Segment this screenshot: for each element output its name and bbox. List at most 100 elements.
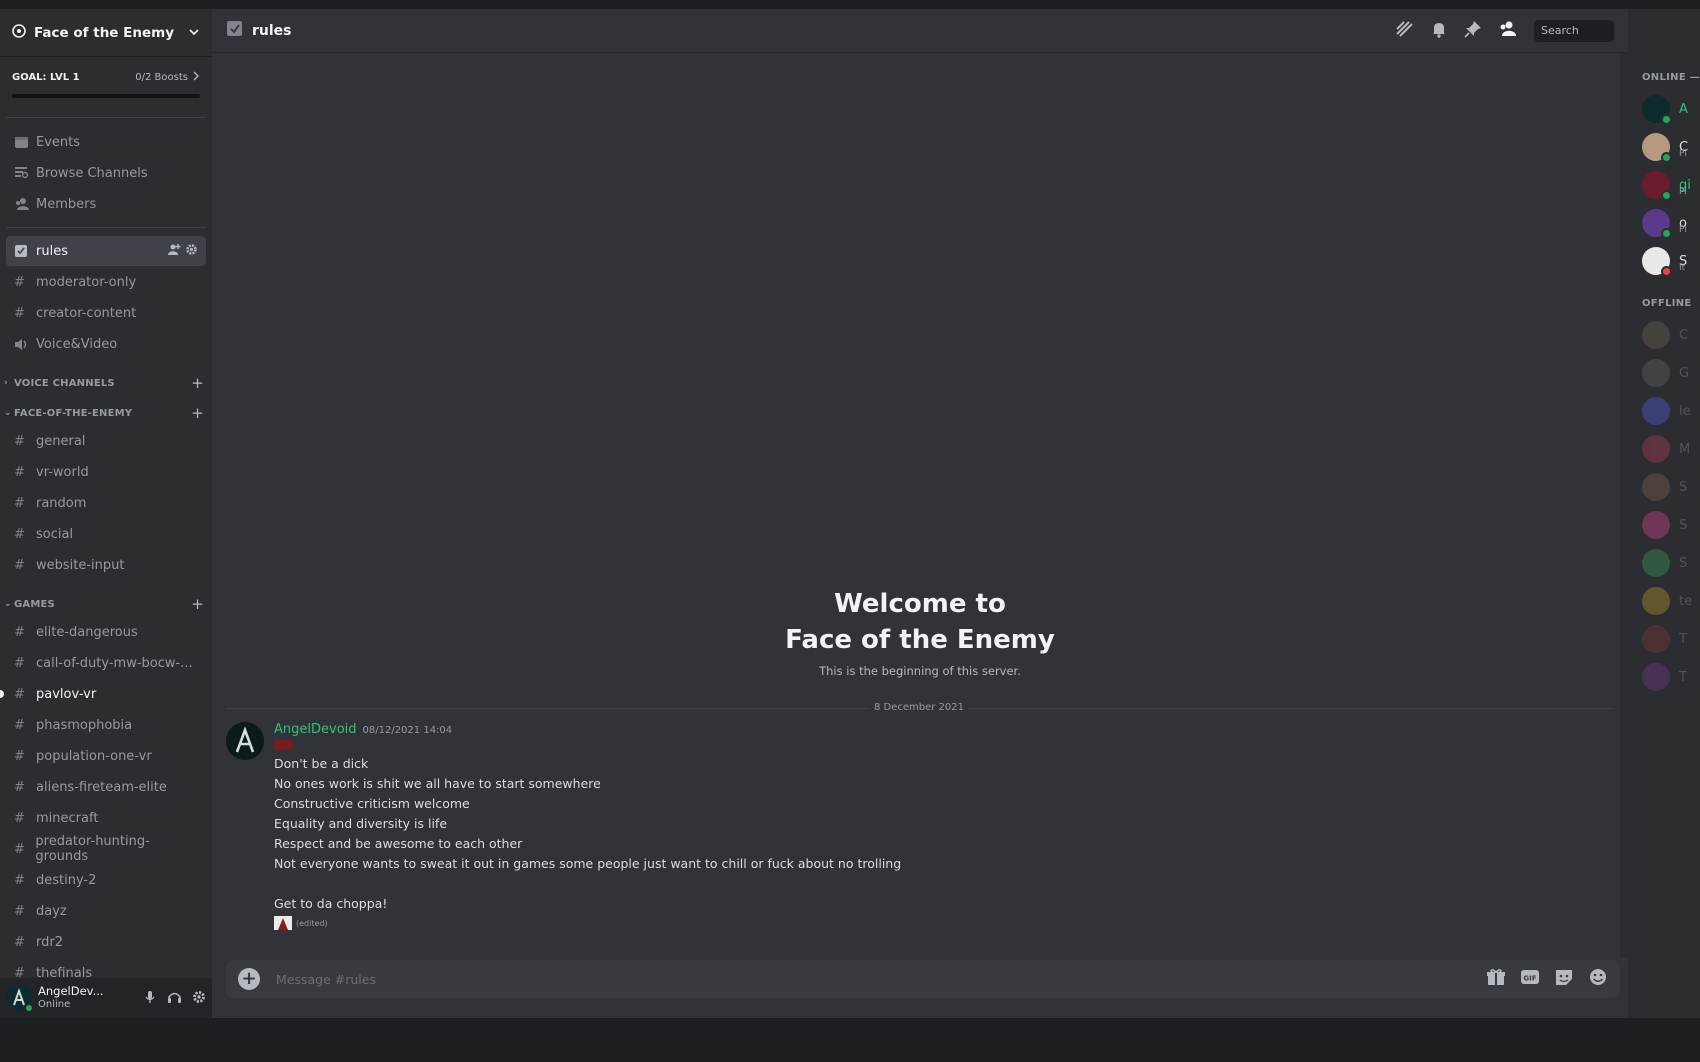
speaker-icon [14,338,36,351]
chevron-right-icon: › [4,378,8,388]
channel-general[interactable]: # general [6,426,206,456]
category-label: FACE-OF-THE-ENEMY [14,407,133,419]
add-attachment-icon[interactable]: + [238,968,260,990]
channel-website-input[interactable]: # website-input [6,550,206,580]
invite-icon[interactable] [168,243,181,260]
channel-label: rules [36,243,68,259]
member-item[interactable]: C [1628,316,1700,354]
channel-population-one-vr[interactable]: # population-one-vr [6,741,206,771]
member-item[interactable]: C Pl [1628,128,1700,166]
channel-pavlov-vr[interactable]: # pavlov-vr [0,679,206,709]
avatar [1642,247,1672,277]
message-author[interactable]: AngelDevoid [274,722,357,737]
channel-minecraft[interactable]: # minecraft [6,803,206,833]
search-input[interactable]: Search [1534,19,1614,42]
chevron-down-icon[interactable] [188,23,200,42]
server-welcome: Welcome to Face of the Enemy This is the… [212,586,1628,678]
message-input[interactable]: Message #rules [276,972,1486,987]
category-games[interactable]: ⌄ GAMES + [0,592,212,616]
channel-aliens-fireteam-elite[interactable]: # aliens-fireteam-elite [6,772,206,802]
notification-bell-icon[interactable] [1430,20,1448,42]
avatar [1642,95,1672,125]
nav-members[interactable]: Members [6,189,206,219]
hash-icon: # [14,934,25,950]
channel-predator-hunting-grounds[interactable]: # predator-hunting-grounds [6,834,206,864]
channel-call-of-duty[interactable]: # call-of-duty-mw-bocw-... [6,648,206,678]
channel-vr-world[interactable]: # vr-world [6,457,206,487]
channel-label: dayz [36,903,67,919]
channel-label: moderator-only [36,274,137,290]
member-item[interactable]: S [1628,506,1700,544]
microphone-icon[interactable] [143,989,157,1008]
avatar[interactable] [226,722,264,760]
welcome-subtitle: This is the beginning of this server. [819,664,1021,678]
custom-emoji-icon [274,916,292,930]
rules-icon [14,244,36,258]
member-item[interactable]: gi Pl [1628,166,1700,204]
date-divider: 8 December 2021 [226,702,1612,714]
server-header[interactable]: Face of the Enemy [0,9,212,57]
member-item[interactable]: M [1628,430,1700,468]
channel-social[interactable]: # social [6,519,206,549]
user-settings-gear-icon[interactable] [192,989,206,1008]
member-item[interactable]: le [1628,392,1700,430]
channel-dayz[interactable]: # dayz [6,896,206,926]
avatar[interactable] [6,985,34,1013]
member-item[interactable]: T [1628,658,1700,696]
channel-destiny-2[interactable]: # destiny-2 [6,865,206,895]
gif-icon[interactable]: GIF [1520,968,1540,990]
member-item[interactable]: S [1628,544,1700,582]
message-timestamp: 08/12/2021 14:04 [362,725,453,736]
category-face-of-the-enemy[interactable]: ⌄ FACE-OF-THE-ENEMY + [0,401,212,425]
channel-label: predator-hunting-grounds [35,834,150,864]
avatar [1642,549,1670,577]
server-icon [12,23,26,42]
pin-icon[interactable] [1464,20,1482,42]
channel-phasmophobia[interactable]: # phasmophobia [6,710,206,740]
avatar [1642,209,1672,239]
member-activity: Pl [1679,149,1687,159]
channel-rules[interactable]: rules [6,236,206,266]
member-name: le [1679,403,1691,419]
message-composer[interactable]: + Message #rules GIF [226,960,1620,998]
gear-icon[interactable] [185,243,198,260]
member-list-icon[interactable] [1498,20,1518,42]
member-item[interactable]: te [1628,582,1700,620]
member-activity: It [1679,263,1686,273]
channel-creator-content[interactable]: # creator-content [6,298,206,328]
category-label: GAMES [14,598,55,610]
scrollbar[interactable] [1620,53,1628,958]
online-status-dot [24,1003,34,1013]
member-item[interactable]: S It [1628,242,1700,280]
add-channel-icon[interactable]: + [191,374,204,392]
member-item[interactable]: A [1628,90,1700,128]
channel-elite-dangerous[interactable]: # elite-dangerous [6,617,206,647]
channel-voice-video[interactable]: Voice&Video [6,329,206,359]
avatar [1642,587,1670,615]
member-activity: Pl [1679,187,1687,197]
nav-browse-channels[interactable]: Browse Channels [6,158,206,188]
hash-icon: # [14,464,25,480]
boost-goal[interactable]: GOAL: LVL 1 0/2 Boosts [0,57,212,113]
hash-icon: # [14,495,25,511]
member-item[interactable]: G [1628,354,1700,392]
rules-icon [226,20,244,42]
channel-random[interactable]: # random [6,488,206,518]
channel-moderator-only[interactable]: # moderator-only [6,267,206,297]
headphones-icon[interactable] [167,989,182,1008]
nav-events[interactable]: Events [6,127,206,157]
member-item[interactable]: S [1628,468,1700,506]
category-voice-channels[interactable]: › VOICE CHANNELS + [0,371,212,395]
channel-rdr2[interactable]: # rdr2 [6,927,206,957]
unread-indicator [0,690,4,698]
sticker-icon[interactable] [1554,968,1574,990]
online-status-dot [1661,114,1672,125]
add-channel-icon[interactable]: + [191,404,204,422]
member-item[interactable]: T [1628,620,1700,658]
threads-icon[interactable] [1394,20,1414,42]
emoji-icon[interactable] [1588,968,1608,990]
add-channel-icon[interactable]: + [191,595,204,613]
gift-icon[interactable] [1486,968,1506,990]
channel-label: call-of-duty-mw-bocw-... [36,655,193,671]
member-item[interactable]: o Pl [1628,204,1700,242]
